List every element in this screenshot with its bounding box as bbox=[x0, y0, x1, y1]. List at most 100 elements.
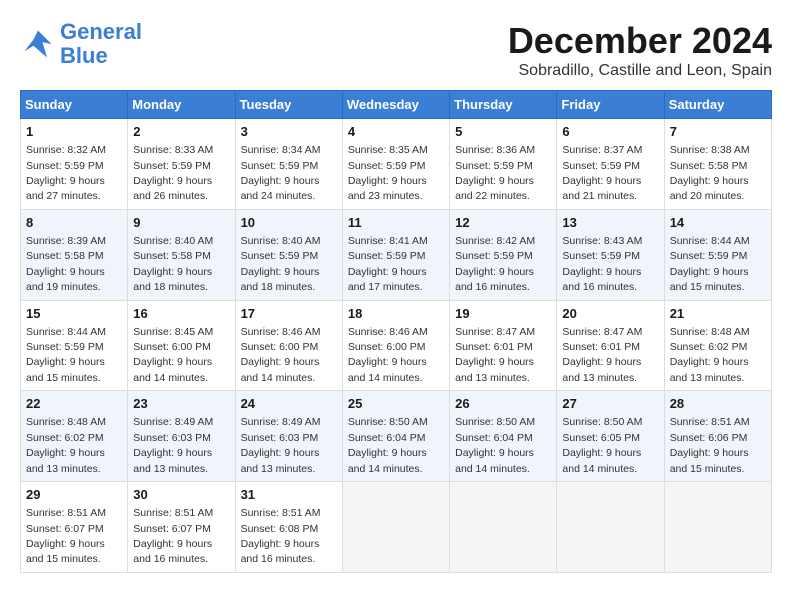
calendar-cell bbox=[342, 482, 449, 573]
calendar-cell bbox=[664, 482, 771, 573]
title-block: December 2024 Sobradillo, Castille and L… bbox=[508, 20, 772, 80]
day-number: 25 bbox=[348, 395, 444, 413]
day-number: 19 bbox=[455, 305, 551, 323]
day-number: 24 bbox=[241, 395, 337, 413]
day-info: Sunrise: 8:51 AMSunset: 6:07 PMDaylight:… bbox=[133, 507, 213, 565]
day-number: 13 bbox=[562, 214, 658, 232]
calendar-cell: 9 Sunrise: 8:40 AMSunset: 5:58 PMDayligh… bbox=[128, 209, 235, 300]
calendar-week-row: 8 Sunrise: 8:39 AMSunset: 5:58 PMDayligh… bbox=[21, 209, 772, 300]
calendar-cell: 1 Sunrise: 8:32 AMSunset: 5:59 PMDayligh… bbox=[21, 119, 128, 210]
calendar-header-thursday: Thursday bbox=[450, 91, 557, 119]
calendar-cell: 15 Sunrise: 8:44 AMSunset: 5:59 PMDaylig… bbox=[21, 300, 128, 391]
calendar-cell: 26 Sunrise: 8:50 AMSunset: 6:04 PMDaylig… bbox=[450, 391, 557, 482]
day-info: Sunrise: 8:41 AMSunset: 5:59 PMDaylight:… bbox=[348, 235, 428, 293]
logo-text: GeneralBlue bbox=[60, 20, 142, 68]
day-number: 10 bbox=[241, 214, 337, 232]
day-info: Sunrise: 8:49 AMSunset: 6:03 PMDaylight:… bbox=[133, 416, 213, 474]
day-number: 15 bbox=[26, 305, 122, 323]
day-number: 16 bbox=[133, 305, 229, 323]
day-number: 18 bbox=[348, 305, 444, 323]
calendar-cell: 23 Sunrise: 8:49 AMSunset: 6:03 PMDaylig… bbox=[128, 391, 235, 482]
calendar-header-row: SundayMondayTuesdayWednesdayThursdayFrid… bbox=[21, 91, 772, 119]
calendar-cell: 11 Sunrise: 8:41 AMSunset: 5:59 PMDaylig… bbox=[342, 209, 449, 300]
calendar-cell: 18 Sunrise: 8:46 AMSunset: 6:00 PMDaylig… bbox=[342, 300, 449, 391]
day-number: 5 bbox=[455, 123, 551, 141]
day-info: Sunrise: 8:40 AMSunset: 5:58 PMDaylight:… bbox=[133, 235, 213, 293]
day-number: 6 bbox=[562, 123, 658, 141]
day-number: 2 bbox=[133, 123, 229, 141]
day-number: 1 bbox=[26, 123, 122, 141]
calendar-cell bbox=[557, 482, 664, 573]
logo-bird-icon bbox=[20, 26, 56, 62]
day-number: 9 bbox=[133, 214, 229, 232]
day-info: Sunrise: 8:43 AMSunset: 5:59 PMDaylight:… bbox=[562, 235, 642, 293]
month-title: December 2024 bbox=[508, 20, 772, 62]
day-info: Sunrise: 8:44 AMSunset: 5:59 PMDaylight:… bbox=[670, 235, 750, 293]
calendar-week-row: 1 Sunrise: 8:32 AMSunset: 5:59 PMDayligh… bbox=[21, 119, 772, 210]
day-number: 30 bbox=[133, 486, 229, 504]
calendar-cell: 2 Sunrise: 8:33 AMSunset: 5:59 PMDayligh… bbox=[128, 119, 235, 210]
day-info: Sunrise: 8:50 AMSunset: 6:04 PMDaylight:… bbox=[455, 416, 535, 474]
day-info: Sunrise: 8:48 AMSunset: 6:02 PMDaylight:… bbox=[670, 326, 750, 384]
calendar-week-row: 22 Sunrise: 8:48 AMSunset: 6:02 PMDaylig… bbox=[21, 391, 772, 482]
calendar-header-friday: Friday bbox=[557, 91, 664, 119]
calendar-cell: 25 Sunrise: 8:50 AMSunset: 6:04 PMDaylig… bbox=[342, 391, 449, 482]
day-info: Sunrise: 8:37 AMSunset: 5:59 PMDaylight:… bbox=[562, 144, 642, 202]
day-info: Sunrise: 8:50 AMSunset: 6:04 PMDaylight:… bbox=[348, 416, 428, 474]
logo: GeneralBlue bbox=[20, 20, 142, 68]
calendar-cell: 30 Sunrise: 8:51 AMSunset: 6:07 PMDaylig… bbox=[128, 482, 235, 573]
calendar-cell: 5 Sunrise: 8:36 AMSunset: 5:59 PMDayligh… bbox=[450, 119, 557, 210]
calendar-cell: 22 Sunrise: 8:48 AMSunset: 6:02 PMDaylig… bbox=[21, 391, 128, 482]
calendar-week-row: 29 Sunrise: 8:51 AMSunset: 6:07 PMDaylig… bbox=[21, 482, 772, 573]
calendar-header-wednesday: Wednesday bbox=[342, 91, 449, 119]
day-number: 7 bbox=[670, 123, 766, 141]
day-info: Sunrise: 8:51 AMSunset: 6:07 PMDaylight:… bbox=[26, 507, 106, 565]
day-info: Sunrise: 8:50 AMSunset: 6:05 PMDaylight:… bbox=[562, 416, 642, 474]
day-info: Sunrise: 8:46 AMSunset: 6:00 PMDaylight:… bbox=[241, 326, 321, 384]
day-number: 17 bbox=[241, 305, 337, 323]
calendar-cell: 12 Sunrise: 8:42 AMSunset: 5:59 PMDaylig… bbox=[450, 209, 557, 300]
day-number: 14 bbox=[670, 214, 766, 232]
day-info: Sunrise: 8:47 AMSunset: 6:01 PMDaylight:… bbox=[562, 326, 642, 384]
calendar-table: SundayMondayTuesdayWednesdayThursdayFrid… bbox=[20, 90, 772, 573]
calendar-header-sunday: Sunday bbox=[21, 91, 128, 119]
day-number: 3 bbox=[241, 123, 337, 141]
day-number: 26 bbox=[455, 395, 551, 413]
day-number: 20 bbox=[562, 305, 658, 323]
day-info: Sunrise: 8:46 AMSunset: 6:00 PMDaylight:… bbox=[348, 326, 428, 384]
day-number: 23 bbox=[133, 395, 229, 413]
calendar-cell: 29 Sunrise: 8:51 AMSunset: 6:07 PMDaylig… bbox=[21, 482, 128, 573]
day-info: Sunrise: 8:32 AMSunset: 5:59 PMDaylight:… bbox=[26, 144, 106, 202]
day-info: Sunrise: 8:39 AMSunset: 5:58 PMDaylight:… bbox=[26, 235, 106, 293]
day-number: 22 bbox=[26, 395, 122, 413]
day-info: Sunrise: 8:45 AMSunset: 6:00 PMDaylight:… bbox=[133, 326, 213, 384]
day-number: 27 bbox=[562, 395, 658, 413]
calendar-cell: 16 Sunrise: 8:45 AMSunset: 6:00 PMDaylig… bbox=[128, 300, 235, 391]
day-number: 21 bbox=[670, 305, 766, 323]
calendar-cell: 28 Sunrise: 8:51 AMSunset: 6:06 PMDaylig… bbox=[664, 391, 771, 482]
calendar-cell: 10 Sunrise: 8:40 AMSunset: 5:59 PMDaylig… bbox=[235, 209, 342, 300]
calendar-week-row: 15 Sunrise: 8:44 AMSunset: 5:59 PMDaylig… bbox=[21, 300, 772, 391]
calendar-cell: 27 Sunrise: 8:50 AMSunset: 6:05 PMDaylig… bbox=[557, 391, 664, 482]
day-number: 11 bbox=[348, 214, 444, 232]
calendar-cell: 17 Sunrise: 8:46 AMSunset: 6:00 PMDaylig… bbox=[235, 300, 342, 391]
day-info: Sunrise: 8:38 AMSunset: 5:58 PMDaylight:… bbox=[670, 144, 750, 202]
calendar-cell: 6 Sunrise: 8:37 AMSunset: 5:59 PMDayligh… bbox=[557, 119, 664, 210]
calendar-cell: 8 Sunrise: 8:39 AMSunset: 5:58 PMDayligh… bbox=[21, 209, 128, 300]
day-info: Sunrise: 8:33 AMSunset: 5:59 PMDaylight:… bbox=[133, 144, 213, 202]
calendar-cell: 3 Sunrise: 8:34 AMSunset: 5:59 PMDayligh… bbox=[235, 119, 342, 210]
calendar-cell: 14 Sunrise: 8:44 AMSunset: 5:59 PMDaylig… bbox=[664, 209, 771, 300]
day-info: Sunrise: 8:36 AMSunset: 5:59 PMDaylight:… bbox=[455, 144, 535, 202]
day-number: 12 bbox=[455, 214, 551, 232]
calendar-cell: 21 Sunrise: 8:48 AMSunset: 6:02 PMDaylig… bbox=[664, 300, 771, 391]
calendar-cell bbox=[450, 482, 557, 573]
day-info: Sunrise: 8:42 AMSunset: 5:59 PMDaylight:… bbox=[455, 235, 535, 293]
day-info: Sunrise: 8:49 AMSunset: 6:03 PMDaylight:… bbox=[241, 416, 321, 474]
day-number: 4 bbox=[348, 123, 444, 141]
page-header: GeneralBlue December 2024 Sobradillo, Ca… bbox=[20, 20, 772, 80]
calendar-cell: 7 Sunrise: 8:38 AMSunset: 5:58 PMDayligh… bbox=[664, 119, 771, 210]
location-subtitle: Sobradillo, Castille and Leon, Spain bbox=[508, 62, 772, 80]
day-number: 29 bbox=[26, 486, 122, 504]
calendar-cell: 13 Sunrise: 8:43 AMSunset: 5:59 PMDaylig… bbox=[557, 209, 664, 300]
calendar-cell: 20 Sunrise: 8:47 AMSunset: 6:01 PMDaylig… bbox=[557, 300, 664, 391]
